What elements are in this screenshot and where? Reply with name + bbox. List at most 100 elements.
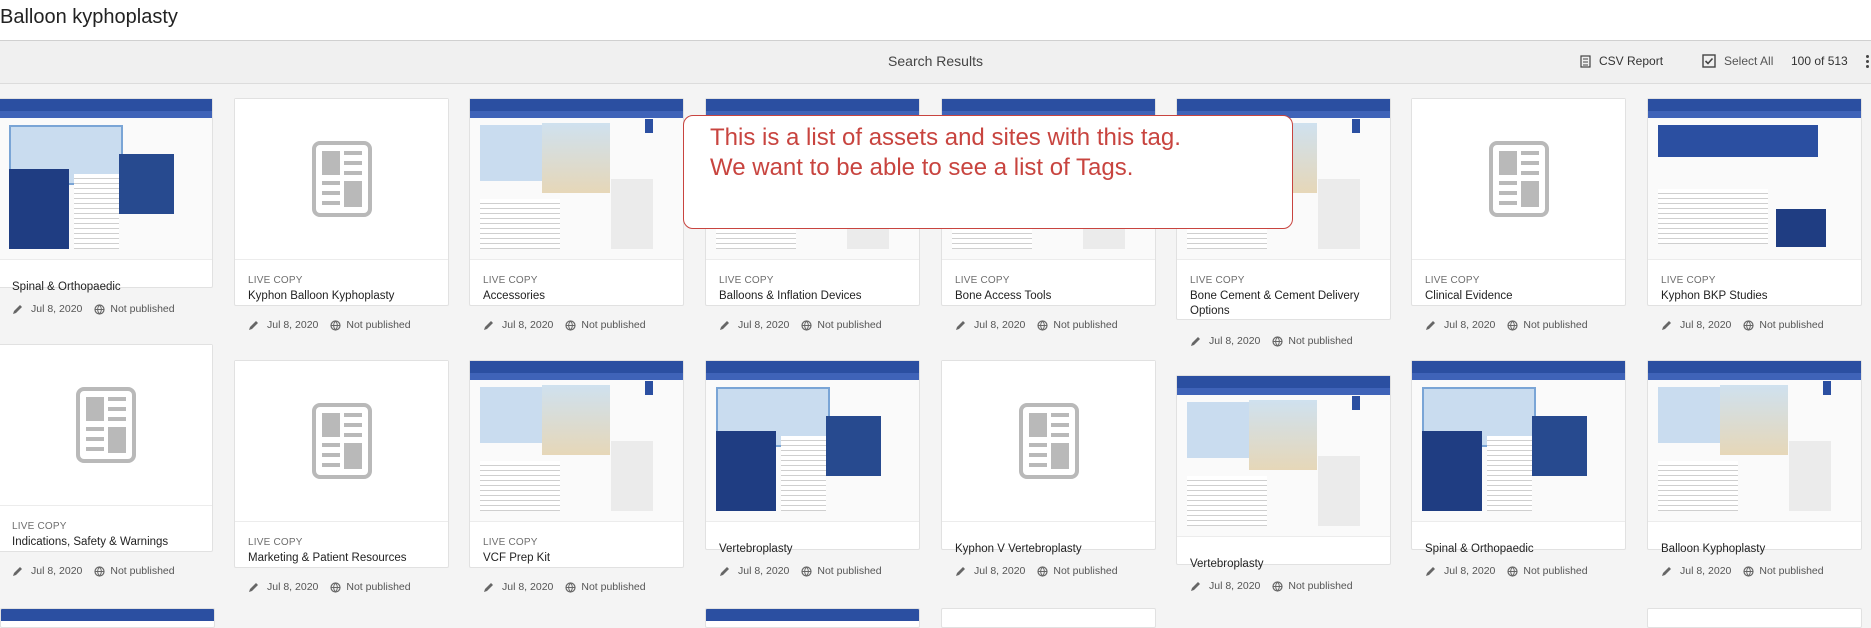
card-thumbnail	[1177, 376, 1390, 537]
card-thumbnail	[1412, 361, 1625, 522]
globe-icon	[565, 319, 576, 331]
card-title: Bone Access Tools	[955, 290, 1052, 302]
pencil-icon	[1662, 566, 1671, 576]
card-partial[interactable]	[0, 608, 215, 628]
more-icon[interactable]	[1864, 53, 1871, 71]
modified-date: Jul 8, 2020	[738, 565, 790, 577]
modified-date: Jul 8, 2020	[1209, 335, 1261, 347]
pencil-icon	[1662, 320, 1671, 330]
asset-card[interactable]: LIVE COPY Indications, Safety & Warnings J…	[0, 344, 213, 577]
modified-date: Jul 8, 2020	[974, 565, 1026, 577]
card-partial[interactable]	[705, 608, 920, 628]
pencil-icon	[1191, 336, 1200, 346]
modified-date: Jul 8, 2020	[502, 581, 554, 593]
asset-card[interactable]: Spinal & Orthopaedic Jul 8, 2020 Not publi…	[1411, 360, 1626, 577]
publish-status: Not published	[110, 303, 175, 315]
pencil-icon	[720, 566, 729, 576]
publish-status: Not published	[817, 565, 882, 577]
result-count: 100 of 513	[1791, 54, 1848, 68]
asset-card[interactable]: Kyphon V Vertebroplasty Jul 8, 2020 Not pu…	[941, 360, 1156, 577]
modified-date: Jul 8, 2020	[1680, 565, 1732, 577]
card-thumbnail	[235, 361, 448, 522]
publish-status: Not published	[1053, 565, 1118, 577]
card-footer: Jul 8, 2020 Not published	[1425, 319, 1588, 331]
globe-icon	[94, 303, 105, 315]
annotation-line-2: We want to be able to see a list of Tags…	[710, 154, 1134, 181]
card-footer: Jul 8, 2020 Not published	[1190, 335, 1353, 347]
card-footer: Jul 8, 2020 Not published	[12, 565, 175, 577]
asset-card[interactable]: Balloon Kyphoplasty Jul 8, 2020 Not publis…	[1647, 360, 1862, 577]
card-footer: Jul 8, 2020 Not published	[1425, 565, 1588, 577]
publish-status: Not published	[581, 581, 646, 593]
globe-icon	[1743, 565, 1754, 577]
modified-date: Jul 8, 2020	[1444, 565, 1496, 577]
page-placeholder-icon	[1018, 403, 1079, 479]
select-all-label: Select All	[1724, 54, 1774, 68]
top-bar: Balloon kyphoplasty	[0, 0, 1871, 41]
globe-icon	[94, 565, 105, 577]
pencil-icon	[1191, 581, 1200, 591]
modified-date: Jul 8, 2020	[1680, 319, 1732, 331]
card-footer: Jul 8, 2020 Not published	[1190, 580, 1353, 592]
publish-status: Not published	[110, 565, 175, 577]
card-type: LIVE COPY	[248, 275, 303, 286]
asset-card[interactable]: LIVE COPY Accessories Jul 8, 2020 Not publi…	[469, 98, 684, 331]
asset-card[interactable]: Vertebroplasty Jul 8, 2020 Not published	[705, 360, 920, 577]
card-footer: Jul 8, 2020 Not published	[955, 319, 1118, 331]
card-footer: Jul 8, 2020 Not published	[248, 581, 411, 593]
select-all-button[interactable]: Select All	[1702, 54, 1773, 68]
asset-card[interactable]: LIVE COPY Kyphon Balloon Kyphoplasty Jul 8…	[234, 98, 449, 331]
card-thumbnail	[942, 361, 1155, 522]
checkbox-icon	[1702, 54, 1716, 68]
asset-card[interactable]: LIVE COPY Marketing & Patient Resources Ju…	[234, 360, 449, 593]
annotation-line-1: This is a list of assets and sites with …	[710, 124, 1181, 151]
card-footer: Jul 8, 2020 Not published	[719, 319, 882, 331]
card-type: LIVE COPY	[955, 275, 1010, 286]
card-title: Indications, Safety & Warnings	[12, 536, 169, 548]
card-partial[interactable]	[941, 608, 1156, 628]
csv-report-label: CSV Report	[1599, 54, 1664, 68]
asset-card[interactable]: LIVE COPY Clinical Evidence Jul 8, 2020 Not…	[1411, 98, 1626, 331]
page-placeholder-icon	[1488, 141, 1549, 217]
card-title: Vertebroplasty	[1190, 558, 1264, 570]
globe-icon	[1272, 580, 1283, 592]
globe-icon	[1037, 565, 1048, 577]
publish-status: Not published	[346, 319, 411, 331]
pencil-icon	[249, 320, 258, 330]
asset-card[interactable]: Spinal & Orthopaedic Jul 8, 2020 Not publi…	[0, 98, 213, 315]
card-thumbnail	[0, 345, 212, 506]
globe-icon	[1743, 319, 1754, 331]
modified-date: Jul 8, 2020	[267, 581, 319, 593]
card-type: LIVE COPY	[483, 275, 538, 286]
card-type: LIVE COPY	[1190, 275, 1245, 286]
globe-icon	[801, 565, 812, 577]
modified-date: Jul 8, 2020	[267, 319, 319, 331]
asset-card[interactable]: Vertebroplasty Jul 8, 2020 Not published	[1176, 375, 1391, 592]
publish-status: Not published	[1523, 565, 1588, 577]
card-title: Vertebroplasty	[719, 543, 793, 555]
card-thumbnail	[470, 99, 683, 260]
page-placeholder-icon	[311, 403, 372, 479]
card-title: Spinal & Orthopaedic	[1425, 543, 1534, 555]
card-footer: Jul 8, 2020 Not published	[955, 565, 1118, 577]
publish-status: Not published	[1523, 319, 1588, 331]
globe-icon	[1037, 319, 1048, 331]
pencil-icon	[720, 320, 729, 330]
card-title: Kyphon BKP Studies	[1661, 290, 1768, 302]
csv-report-button[interactable]: CSV Report	[1580, 54, 1663, 68]
card-partial[interactable]	[1647, 608, 1862, 628]
card-title: Balloon Kyphoplasty	[1661, 543, 1766, 555]
pencil-icon	[1426, 320, 1435, 330]
globe-icon	[801, 319, 812, 331]
card-title: Kyphon V Vertebroplasty	[955, 543, 1082, 555]
asset-card[interactable]: LIVE COPY VCF Prep Kit Jul 8, 2020 Not publ…	[469, 360, 684, 593]
card-footer: Jul 8, 2020 Not published	[1661, 565, 1824, 577]
pencil-icon	[484, 582, 493, 592]
card-footer: Jul 8, 2020 Not published	[248, 319, 411, 331]
asset-card[interactable]: LIVE COPY Kyphon BKP Studies Jul 8, 2020 No…	[1647, 98, 1862, 331]
modified-date: Jul 8, 2020	[1209, 580, 1261, 592]
card-title: VCF Prep Kit	[483, 552, 551, 564]
publish-status: Not published	[581, 319, 646, 331]
globe-icon	[330, 581, 341, 593]
publish-status: Not published	[1288, 335, 1353, 347]
